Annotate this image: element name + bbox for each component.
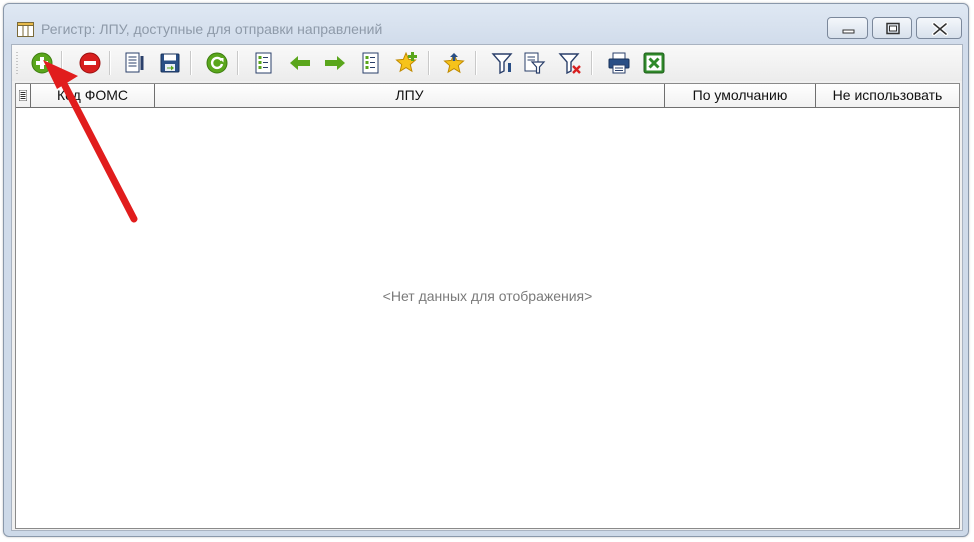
minus-circle-icon — [79, 52, 101, 74]
filter-edit-icon — [524, 52, 546, 74]
filter-clear-icon — [558, 53, 581, 75]
column-header-do-not-use[interactable]: Не использовать — [816, 84, 959, 107]
favorites-button[interactable] — [442, 51, 466, 75]
register-window: Регистр: ЛПУ, доступные для отправки нап… — [3, 3, 969, 537]
title-bar[interactable]: Регистр: ЛПУ, доступные для отправки нап… — [4, 4, 968, 42]
excel-icon — [643, 52, 665, 74]
toolbar-separator — [109, 51, 111, 75]
previous-button[interactable] — [288, 51, 312, 75]
next-button[interactable] — [323, 51, 347, 75]
data-grid[interactable]: Код ФОМС ЛПУ По умолчанию Не использоват… — [15, 83, 960, 529]
toolbar-separator — [591, 51, 593, 75]
add-button[interactable] — [30, 51, 54, 75]
list-document-icon — [255, 52, 272, 74]
save-icon — [160, 53, 180, 73]
add-favorite-button[interactable] — [395, 51, 419, 75]
minimize-button[interactable] — [827, 17, 868, 39]
toolbar-separator — [428, 51, 430, 75]
save-button[interactable] — [158, 51, 182, 75]
column-header-lpu[interactable]: ЛПУ — [155, 84, 665, 107]
maximize-icon — [886, 22, 900, 35]
toolbar-grip[interactable] — [15, 52, 19, 74]
column-chooser-icon — [19, 90, 27, 101]
details-2-button[interactable] — [359, 51, 383, 75]
print-button[interactable] — [607, 51, 631, 75]
plus-circle-icon — [31, 52, 53, 74]
arrow-right-icon — [325, 56, 345, 70]
delete-button[interactable] — [78, 51, 102, 75]
column-chooser-button[interactable] — [16, 84, 31, 107]
arrow-left-icon — [290, 56, 310, 70]
filter-button[interactable] — [490, 51, 514, 75]
refresh-icon — [206, 52, 228, 74]
filter-edit-button[interactable] — [522, 51, 546, 75]
toolbar-separator — [237, 51, 239, 75]
filter-clear-button[interactable] — [558, 51, 582, 75]
column-header-kod-foms[interactable]: Код ФОМС — [31, 84, 155, 107]
grid-header: Код ФОМС ЛПУ По умолчанию Не использоват… — [16, 84, 959, 108]
window-title: Регистр: ЛПУ, доступные для отправки нап… — [41, 21, 383, 37]
toolbar-separator — [475, 51, 477, 75]
close-icon — [932, 22, 948, 36]
star-arrow-icon — [443, 52, 465, 74]
table-icon — [17, 22, 34, 37]
printer-icon — [608, 52, 630, 74]
edit-button[interactable] — [122, 51, 146, 75]
toolbar — [12, 45, 962, 81]
refresh-button[interactable] — [205, 51, 229, 75]
toolbar-separator — [190, 51, 192, 75]
maximize-button[interactable] — [872, 17, 912, 39]
close-button[interactable] — [916, 17, 962, 39]
star-plus-icon — [395, 51, 417, 73]
column-header-default[interactable]: По умолчанию — [665, 84, 816, 107]
edit-document-icon — [125, 52, 144, 73]
empty-grid-message: <Нет данных для отображения> — [382, 288, 593, 304]
details-button[interactable] — [252, 51, 276, 75]
window-client-area: Код ФОМС ЛПУ По умолчанию Не использоват… — [11, 44, 963, 531]
minimize-icon — [842, 29, 855, 34]
list-document-icon — [362, 52, 379, 74]
toolbar-separator — [61, 51, 63, 75]
export-excel-button[interactable] — [642, 51, 666, 75]
filter-icon — [491, 53, 513, 75]
